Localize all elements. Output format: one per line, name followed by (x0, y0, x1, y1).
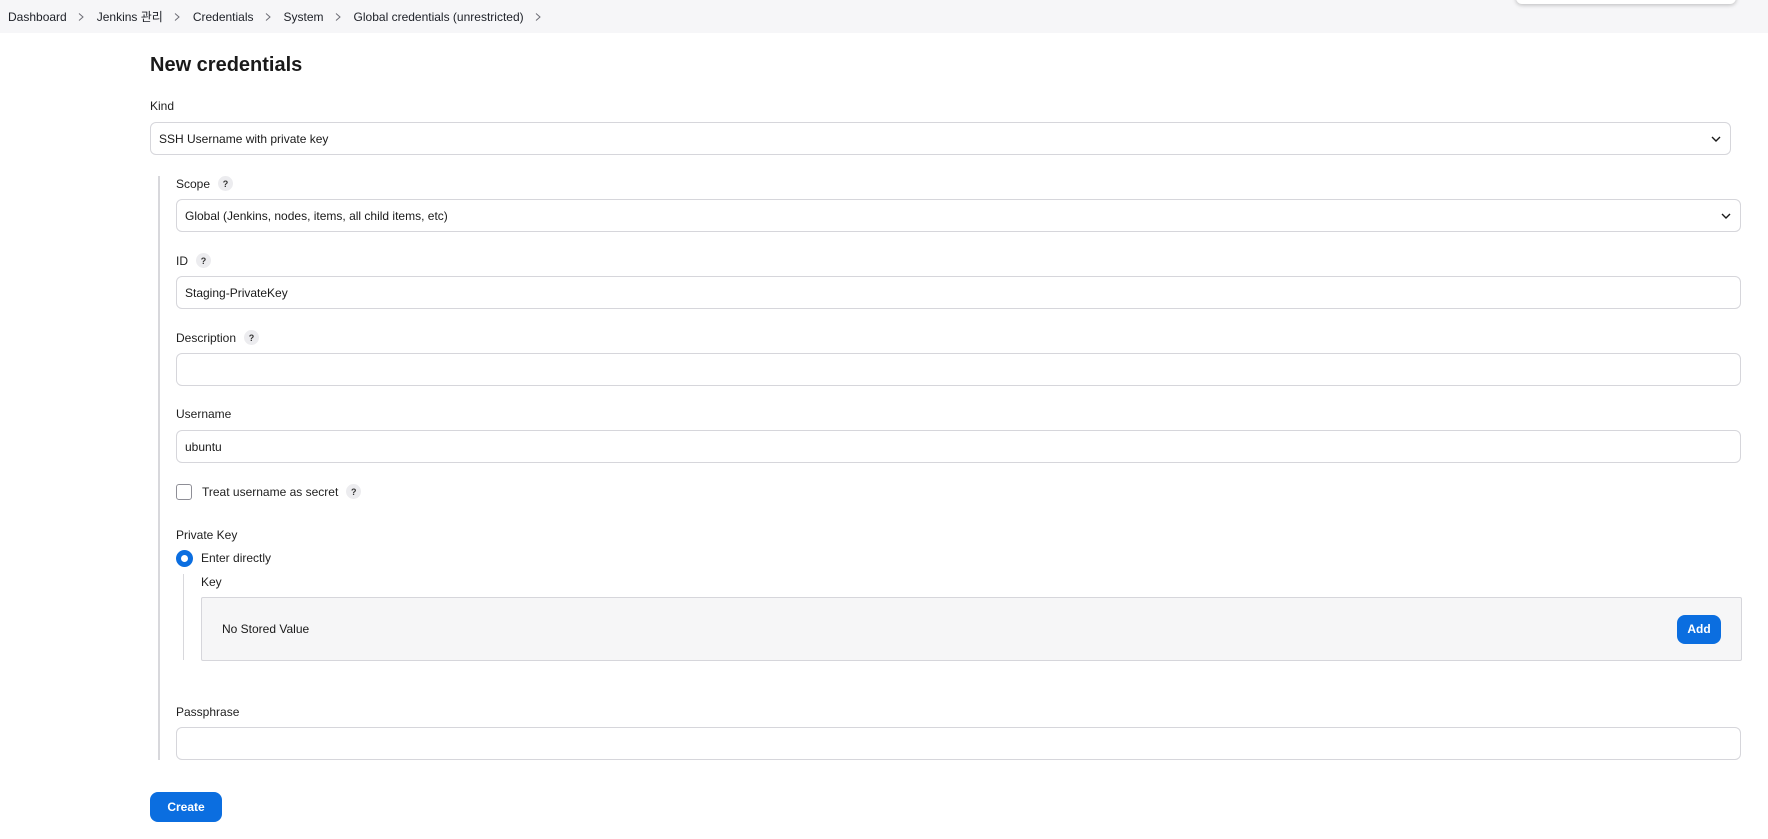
help-icon[interactable]: ? (346, 484, 362, 499)
chevron-down-icon (1711, 136, 1721, 142)
breadcrumb-item-credentials: Credentials (193, 10, 284, 24)
private-key-label-text: Private Key (176, 528, 238, 542)
help-icon[interactable]: ? (196, 253, 211, 268)
breadcrumb-link-credentials[interactable]: Credentials (193, 10, 254, 24)
id-label: ID ? (176, 253, 211, 268)
scope-select-value: Global (Jenkins, nodes, items, all child… (185, 208, 448, 223)
kind-label: Kind (150, 99, 174, 113)
id-input-value: Staging-PrivateKey (185, 285, 288, 300)
chevron-right-icon[interactable] (334, 12, 342, 21)
enter-directly-label: Enter directly (201, 551, 271, 565)
breadcrumb-link-jenkins-manage[interactable]: Jenkins 관리 (97, 8, 163, 25)
chevron-right-icon[interactable] (173, 12, 181, 21)
overlay-panel-edge (1516, 0, 1736, 4)
treat-username-secret-label: Treat username as secret ? (202, 484, 362, 499)
enter-directly-group-bar (183, 574, 184, 660)
breadcrumb-link-system[interactable]: System (284, 10, 324, 24)
breadcrumb-item-jenkins-manage: Jenkins 관리 (97, 8, 193, 25)
kind-select[interactable]: SSH Username with private key (150, 122, 1731, 155)
private-key-label: Private Key (176, 528, 237, 542)
chevron-right-icon[interactable] (77, 12, 85, 21)
scope-select[interactable]: Global (Jenkins, nodes, items, all child… (176, 199, 1741, 232)
username-label-text: Username (176, 407, 232, 421)
page-title: New credentials (150, 54, 303, 76)
kind-select-value: SSH Username with private key (159, 131, 329, 146)
breadcrumb-item-dashboard: Dashboard (8, 10, 97, 24)
scope-label: Scope ? (176, 176, 234, 191)
kind-label-text: Kind (150, 99, 175, 113)
enter-directly-radio[interactable] (176, 550, 193, 567)
treat-username-secret-checkbox[interactable] (176, 484, 192, 500)
key-label-text: Key (201, 575, 222, 589)
help-icon[interactable]: ? (244, 330, 260, 345)
key-stored-status: No Stored Value (222, 622, 310, 636)
kind-options-group-bar (158, 176, 160, 760)
enter-directly-text[interactable]: Enter directly (201, 551, 271, 565)
id-label-text: ID (176, 253, 188, 268)
description-label: Description ? (176, 330, 260, 345)
add-key-button[interactable]: Add (1677, 614, 1721, 644)
chevron-right-icon[interactable] (534, 12, 542, 21)
username-label: Username (176, 407, 231, 421)
chevron-down-icon (1721, 213, 1731, 219)
scope-label-text: Scope (176, 176, 211, 191)
passphrase-input[interactable] (176, 727, 1741, 760)
key-label: Key (201, 575, 222, 589)
passphrase-label: Passphrase (176, 705, 239, 719)
username-input-value: ubuntu (185, 439, 222, 454)
description-label-text: Description (176, 330, 237, 345)
breadcrumb: Dashboard Jenkins 관리 Credentials System … (0, 0, 1768, 33)
treat-username-secret-text[interactable]: Treat username as secret (202, 485, 338, 499)
description-input[interactable] (176, 353, 1741, 386)
help-icon[interactable]: ? (218, 176, 234, 191)
key-value-box: No Stored Value Add (201, 597, 1742, 661)
breadcrumb-item-system: System (284, 10, 354, 24)
chevron-right-icon[interactable] (264, 12, 272, 21)
username-input[interactable]: ubuntu (176, 430, 1741, 463)
id-input[interactable]: Staging-PrivateKey (176, 276, 1741, 309)
create-button[interactable]: Create (150, 792, 222, 822)
breadcrumb-link-dashboard[interactable]: Dashboard (8, 10, 67, 24)
breadcrumb-link-global-credentials[interactable]: Global credentials (unrestricted) (354, 10, 524, 24)
passphrase-label-text: Passphrase (176, 705, 240, 719)
breadcrumb-item-global-credentials: Global credentials (unrestricted) (354, 10, 554, 24)
